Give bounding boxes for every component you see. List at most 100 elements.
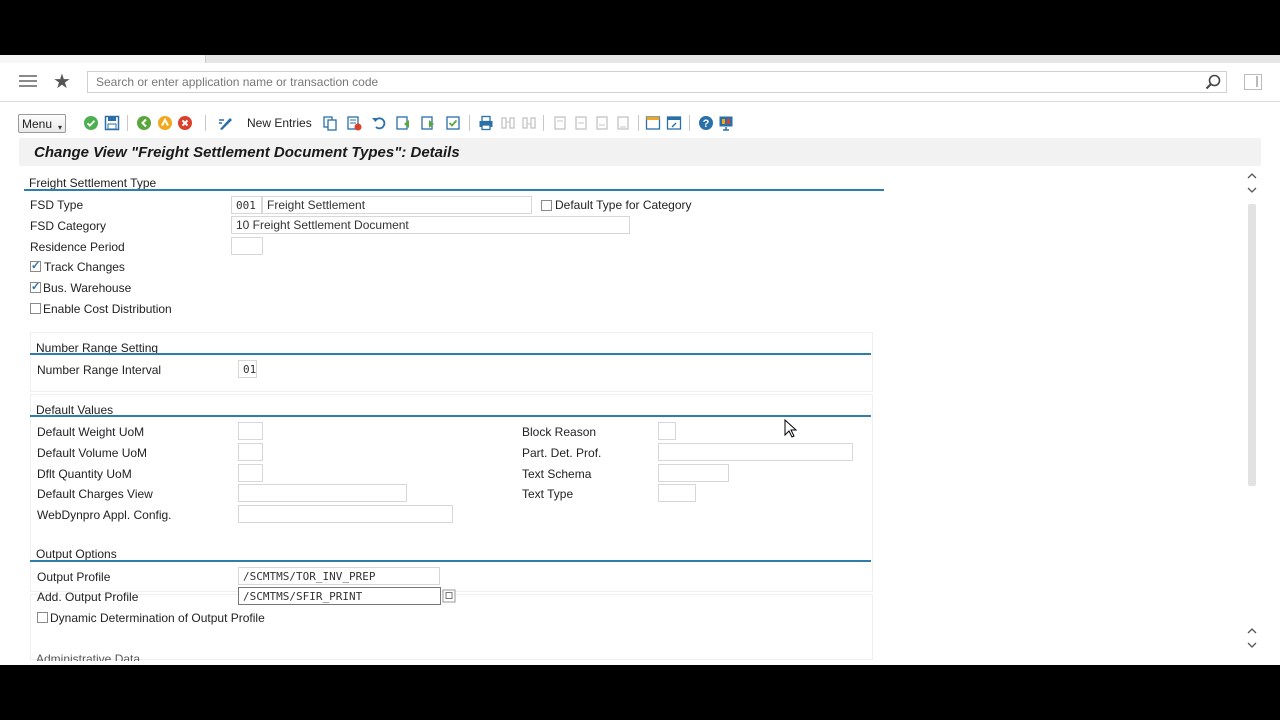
- select-all-icon[interactable]: [445, 115, 461, 131]
- help-icon[interactable]: ?: [698, 115, 714, 131]
- webdynpro-config-label: WebDynpro Appl. Config.: [37, 508, 172, 522]
- fsd-category-label: FSD Category: [30, 219, 107, 233]
- fsd-type-description-field: Freight Settlement: [262, 196, 532, 214]
- group-divider: [30, 560, 871, 562]
- favorites-star-icon[interactable]: ★: [53, 69, 71, 94]
- cost-distribution-checkbox[interactable]: [30, 303, 41, 314]
- browser-tabstrip: [0, 55, 1280, 63]
- default-volume-uom-field[interactable]: [238, 443, 263, 461]
- default-weight-uom-field[interactable]: [238, 422, 263, 440]
- default-volume-uom-label: Default Volume UoM: [37, 446, 148, 460]
- application-toolbar: Menu ▾ New Entries ?: [0, 109, 1280, 137]
- bus-warehouse-checkbox[interactable]: [30, 280, 41, 293]
- letterbox-bottom: [0, 665, 1280, 720]
- vertical-scrollbar[interactable]: [1245, 172, 1259, 665]
- previous-entry-icon[interactable]: [395, 115, 411, 131]
- dynamic-output-label: Dynamic Determination of Output Profile: [50, 611, 265, 625]
- output-profile-field[interactable]: /SCMTMS/TOR_INV_PREP: [238, 567, 440, 585]
- scroll-down-icon[interactable]: [1247, 186, 1257, 194]
- scroll-down-icon[interactable]: [1247, 641, 1257, 649]
- title-bar: Change View "Freight Settlement Document…: [19, 138, 1261, 166]
- default-values-box: [30, 394, 873, 592]
- toolbar-separator: [469, 115, 470, 131]
- next-page-icon: [596, 116, 608, 130]
- track-changes-checkbox[interactable]: [30, 259, 41, 272]
- number-range-interval-field[interactable]: 01: [238, 360, 257, 378]
- print-icon[interactable]: [478, 115, 494, 131]
- toolbar-separator: [689, 115, 690, 131]
- text-schema-label: Text Schema: [522, 467, 592, 481]
- part-det-prof-label: Part. Det. Prof.: [522, 446, 602, 460]
- administrative-data-title: Administrative Data: [36, 652, 141, 661]
- output-options-title: Output Options: [36, 547, 117, 561]
- bus-warehouse-label: Bus. Warehouse: [43, 281, 132, 295]
- menu-button-label: Menu: [22, 116, 53, 131]
- output-options-box: [30, 594, 873, 660]
- fsd-type-label: FSD Type: [30, 198, 84, 212]
- default-charges-view-select[interactable]: [238, 484, 407, 502]
- display-change-icon[interactable]: [218, 115, 234, 131]
- residence-period-field[interactable]: [231, 237, 263, 255]
- shell-bar: ★: [0, 63, 1280, 102]
- menu-button[interactable]: Menu ▾: [18, 114, 66, 133]
- sap-window: ★ Menu ▾ New Entries: [0, 55, 1280, 665]
- svg-text:?: ?: [703, 118, 710, 130]
- group-divider: [30, 415, 871, 417]
- search-input[interactable]: [87, 71, 1227, 93]
- new-window-icon[interactable]: [666, 115, 682, 131]
- browser-tab[interactable]: [0, 55, 206, 63]
- scroll-up-icon[interactable]: [1247, 172, 1257, 180]
- group-divider: [30, 353, 871, 355]
- search-icon[interactable]: [1205, 74, 1221, 90]
- block-reason-label: Block Reason: [522, 425, 597, 439]
- next-entry-icon[interactable]: [420, 115, 436, 131]
- value-help-icon[interactable]: [442, 589, 456, 603]
- toolbar-separator: [205, 115, 206, 131]
- copy-as-icon[interactable]: [322, 115, 338, 131]
- save-icon[interactable]: [104, 115, 120, 131]
- default-type-label: Default Type for Category: [555, 198, 692, 212]
- previous-page-icon: [575, 116, 587, 130]
- webdynpro-config-field[interactable]: [238, 505, 453, 523]
- layout-icon[interactable]: [645, 115, 661, 131]
- last-page-icon: [617, 116, 629, 130]
- default-weight-uom-label: Default Weight UoM: [37, 425, 145, 439]
- exit-icon[interactable]: [157, 115, 173, 131]
- toolbar-separator: [638, 115, 639, 131]
- default-charges-view-label: Default Charges View: [37, 487, 153, 501]
- find-next-icon: [522, 117, 536, 129]
- side-panel-icon[interactable]: [1244, 74, 1262, 90]
- fsd-category-select[interactable]: 10 Freight Settlement Document: [231, 216, 630, 234]
- add-output-profile-field[interactable]: /SCMTMS/SFIR_PRINT: [238, 587, 441, 605]
- cost-distribution-label: Enable Cost Distribution: [43, 302, 172, 316]
- customize-layout-icon[interactable]: [718, 115, 734, 131]
- cancel-icon[interactable]: [177, 115, 193, 131]
- check-icon[interactable]: [83, 115, 99, 131]
- add-output-profile-label: Add. Output Profile: [37, 590, 139, 604]
- text-schema-field[interactable]: [658, 464, 729, 482]
- details-content: Freight Settlement Type FSD Type 001 Fre…: [0, 172, 1280, 665]
- default-type-checkbox[interactable]: [541, 200, 552, 211]
- back-icon[interactable]: [136, 115, 152, 131]
- dflt-quantity-uom-field[interactable]: [238, 464, 263, 482]
- dflt-quantity-uom-label: Dflt Quantity UoM: [37, 467, 132, 481]
- undo-icon[interactable]: [371, 115, 387, 131]
- block-reason-field[interactable]: [658, 422, 676, 440]
- delete-icon[interactable]: [346, 115, 362, 131]
- new-entries-button[interactable]: New Entries: [247, 116, 312, 130]
- find-icon: [501, 117, 515, 129]
- page-title: Change View "Freight Settlement Document…: [34, 144, 460, 161]
- text-type-field[interactable]: [658, 484, 696, 502]
- scrollbar-thumb[interactable]: [1248, 204, 1256, 486]
- scroll-up-icon[interactable]: [1247, 627, 1257, 635]
- letterbox-top: [0, 0, 1280, 55]
- text-type-label: Text Type: [522, 487, 574, 501]
- toolbar-separator: [543, 115, 544, 131]
- part-det-prof-select[interactable]: [658, 443, 853, 461]
- dynamic-output-checkbox[interactable]: [37, 612, 48, 623]
- hamburger-menu-icon[interactable]: [19, 75, 37, 89]
- residence-period-label: Residence Period: [30, 240, 125, 254]
- output-profile-label: Output Profile: [37, 570, 111, 584]
- mouse-cursor-icon: [784, 419, 798, 438]
- fsd-type-code-field[interactable]: 001: [231, 196, 262, 214]
